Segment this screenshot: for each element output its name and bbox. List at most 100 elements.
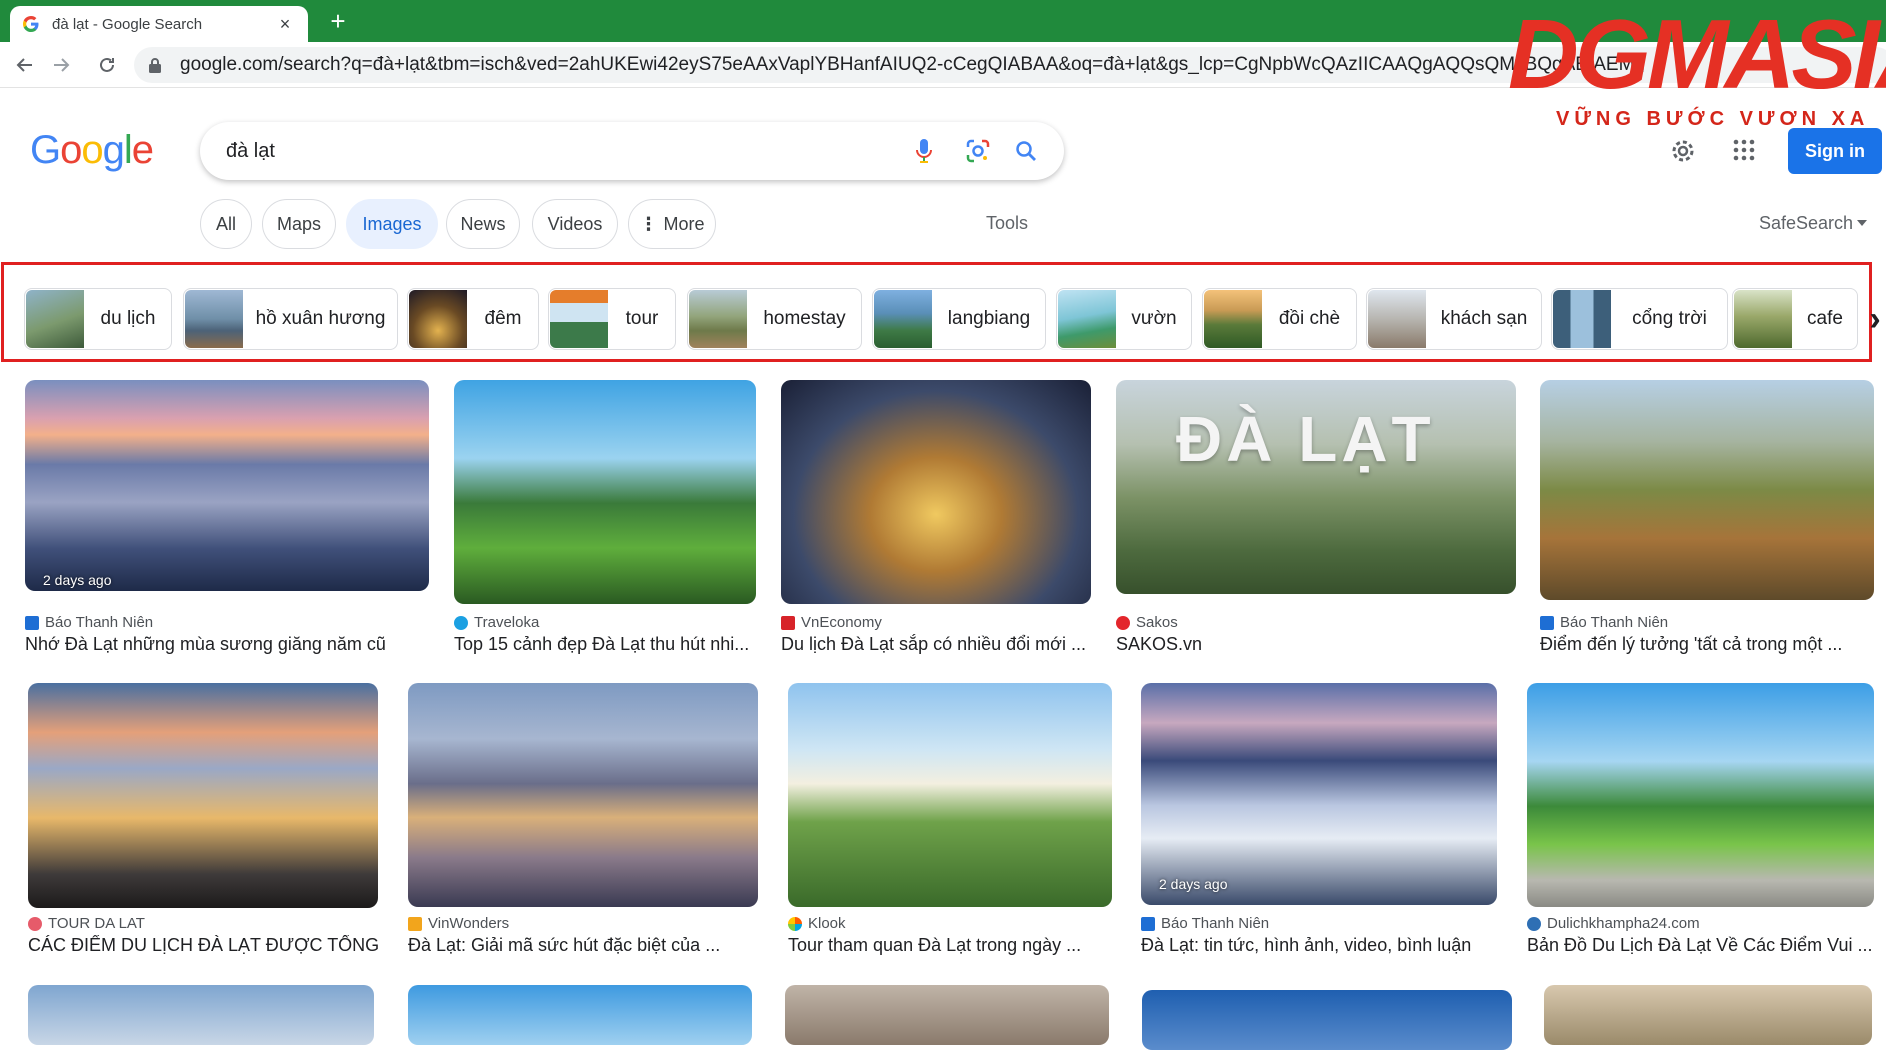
filter-chip-videos[interactable]: Videos — [532, 199, 618, 249]
result-source[interactable]: Traveloka — [454, 614, 539, 631]
related-label: langbiang — [947, 308, 1031, 329]
more-vert-icon: ⋮ — [639, 213, 658, 234]
result-image[interactable] — [788, 683, 1112, 907]
result-title[interactable]: Bản Đồ Du Lịch Đà Lạt Về Các Điểm Vui ..… — [1527, 935, 1874, 956]
result-image[interactable] — [408, 683, 758, 907]
result-source[interactable]: Dulichkhampha24.com — [1527, 915, 1700, 932]
chevron-right-icon[interactable]: › — [1860, 290, 1886, 348]
result-source[interactable]: VnEconomy — [781, 614, 882, 631]
related-chip[interactable]: cổng trời — [1551, 288, 1728, 350]
reload-button[interactable] — [92, 50, 122, 80]
image-search-button[interactable] — [964, 137, 992, 165]
filter-chip-all[interactable]: All — [200, 199, 252, 249]
related-chip[interactable]: đồi chè — [1202, 288, 1357, 350]
search-input[interactable] — [226, 139, 886, 163]
sign-in-button[interactable]: Sign in — [1788, 128, 1882, 174]
microphone-icon — [916, 139, 932, 163]
related-chip[interactable]: đêm — [407, 288, 539, 350]
result-image[interactable] — [1527, 683, 1874, 907]
result-image[interactable] — [1540, 380, 1874, 600]
apps-grid-icon — [1733, 139, 1755, 161]
result-image[interactable] — [454, 380, 756, 604]
result-title[interactable]: Đà Lạt: tin tức, hình ảnh, video, bình l… — [1141, 935, 1497, 956]
result-title[interactable]: Đà Lạt: Giải mã sức hút đặc biệt của ... — [408, 935, 758, 956]
settings-button[interactable] — [1668, 136, 1698, 171]
result-image[interactable] — [785, 985, 1109, 1045]
search-button[interactable] — [1012, 137, 1040, 165]
related-chip[interactable]: tour — [548, 288, 676, 350]
tab-close-icon[interactable]: × — [274, 14, 296, 35]
related-chip[interactable]: cafe — [1732, 288, 1858, 350]
result-source[interactable]: Klook — [788, 915, 846, 932]
source-label: TOUR DA LAT — [48, 915, 145, 932]
forward-arrow-icon — [54, 58, 70, 72]
filter-chip-news[interactable]: News — [446, 199, 520, 249]
related-chip[interactable]: vườn — [1056, 288, 1192, 350]
result-source[interactable]: Báo Thanh Niên — [25, 614, 153, 631]
thanhnien-favicon-icon — [1540, 615, 1554, 630]
browser-tab[interactable]: đà lạt - Google Search × — [10, 6, 308, 42]
filter-chip-maps[interactable]: Maps — [262, 199, 336, 249]
result-title[interactable]: Điểm đến lý tưởng 'tất cả trong một ... — [1540, 634, 1874, 655]
result-title[interactable]: SAKOS.vn — [1116, 634, 1516, 655]
tools-button[interactable]: Tools — [986, 213, 1028, 234]
result-source[interactable]: Sakos — [1116, 614, 1178, 631]
age-badge: 2 days ago — [43, 572, 112, 588]
result-image[interactable] — [28, 985, 374, 1045]
voice-search-button[interactable] — [910, 137, 938, 165]
source-label: Báo Thanh Niên — [1161, 915, 1270, 932]
google-logo[interactable]: Google — [30, 128, 154, 173]
filter-chip-images[interactable]: Images — [346, 199, 438, 249]
forward-button[interactable] — [46, 50, 76, 80]
search-box[interactable] — [200, 122, 1064, 180]
related-chip[interactable]: du lịch — [24, 288, 172, 350]
google-favicon-icon — [23, 16, 39, 32]
filter-chip-more[interactable]: ⋮ More — [628, 199, 716, 249]
result-image[interactable]: ĐÀ LẠT — [1116, 380, 1516, 594]
related-chip[interactable]: homestay — [687, 288, 862, 350]
url-text: google.com/search?q=đà+lạt&tbm=isch&ved=… — [180, 54, 1645, 75]
apps-button[interactable] — [1732, 138, 1756, 167]
result-source[interactable]: TOUR DA LAT — [28, 915, 145, 932]
sakos-favicon-icon — [1116, 615, 1130, 630]
related-chip[interactable]: khách sạn — [1366, 288, 1542, 350]
related-chip[interactable]: langbiang — [872, 288, 1046, 350]
result-image[interactable] — [1544, 985, 1872, 1045]
result-title[interactable]: Nhớ Đà Lạt những mùa sương giăng năm cũ — [25, 634, 429, 655]
result-title[interactable]: CÁC ĐIỂM DU LỊCH ĐÀ LẠT ĐƯỢC TỔNG ... — [28, 935, 378, 956]
related-thumbnail — [1368, 290, 1426, 348]
result-image[interactable] — [1142, 990, 1512, 1050]
result-source[interactable]: VinWonders — [408, 915, 509, 932]
result-source[interactable]: Báo Thanh Niên — [1141, 915, 1269, 932]
new-tab-button[interactable]: + — [322, 8, 354, 36]
result-title[interactable]: Top 15 cảnh đẹp Đà Lạt thu hút nhi... — [454, 634, 756, 655]
lock-icon — [149, 58, 161, 73]
related-thumbnail — [409, 290, 467, 348]
related-label: cafe — [1807, 308, 1843, 329]
result-source[interactable]: Báo Thanh Niên — [1540, 614, 1668, 631]
result-title[interactable]: Tour tham quan Đà Lạt trong ngày ... — [788, 935, 1112, 956]
tab-title: đà lạt - Google Search — [52, 15, 203, 33]
omnibox[interactable]: google.com/search?q=đà+lạt&tbm=isch&ved=… — [134, 47, 1886, 83]
result-title[interactable]: Du lịch Đà Lạt sắp có nhiều đổi mới ... — [781, 634, 1091, 655]
result-image[interactable] — [781, 380, 1091, 604]
source-label: VinWonders — [428, 915, 510, 932]
related-thumbnail — [1058, 290, 1116, 348]
back-button[interactable] — [10, 50, 40, 80]
result-image[interactable] — [408, 985, 752, 1045]
logo-letter: o — [81, 128, 103, 172]
image-overlay-text: ĐÀ LẠT — [1176, 403, 1435, 475]
source-label: Sakos — [1136, 614, 1178, 631]
reload-icon — [100, 57, 114, 72]
result-image[interactable] — [28, 683, 378, 908]
thanhnien-favicon-icon — [25, 615, 39, 630]
related-chip[interactable]: hồ xuân hương — [183, 288, 398, 350]
safesearch-button[interactable]: SafeSearch — [1759, 213, 1853, 234]
result-image[interactable] — [1141, 683, 1497, 905]
chevron-down-icon[interactable] — [1857, 220, 1867, 226]
related-label: hồ xuân hương — [255, 308, 386, 329]
result-image[interactable] — [25, 380, 429, 591]
source-label: Báo Thanh Niên — [1560, 614, 1669, 631]
related-thumbnail — [185, 290, 243, 348]
dulichkhampha-favicon-icon — [1527, 916, 1541, 931]
